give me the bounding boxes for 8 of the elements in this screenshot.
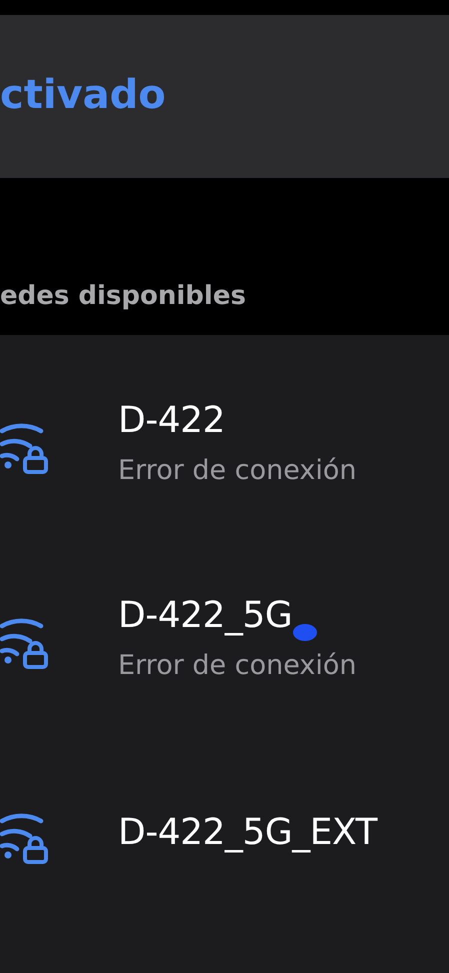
network-name[interactable]: D-422_5G (118, 594, 356, 636)
network-status: Error de conexión (118, 650, 356, 680)
wifi-toggle-panel[interactable]: ctivado (0, 15, 449, 178)
network-status: Error de conexión (118, 454, 356, 486)
network-name[interactable]: D-422_5G_EXT (118, 812, 377, 853)
network-name[interactable]: D-422 (118, 400, 356, 440)
section-title: edes disponibles (0, 281, 246, 311)
wifi-status-label: ctivado (0, 72, 166, 118)
